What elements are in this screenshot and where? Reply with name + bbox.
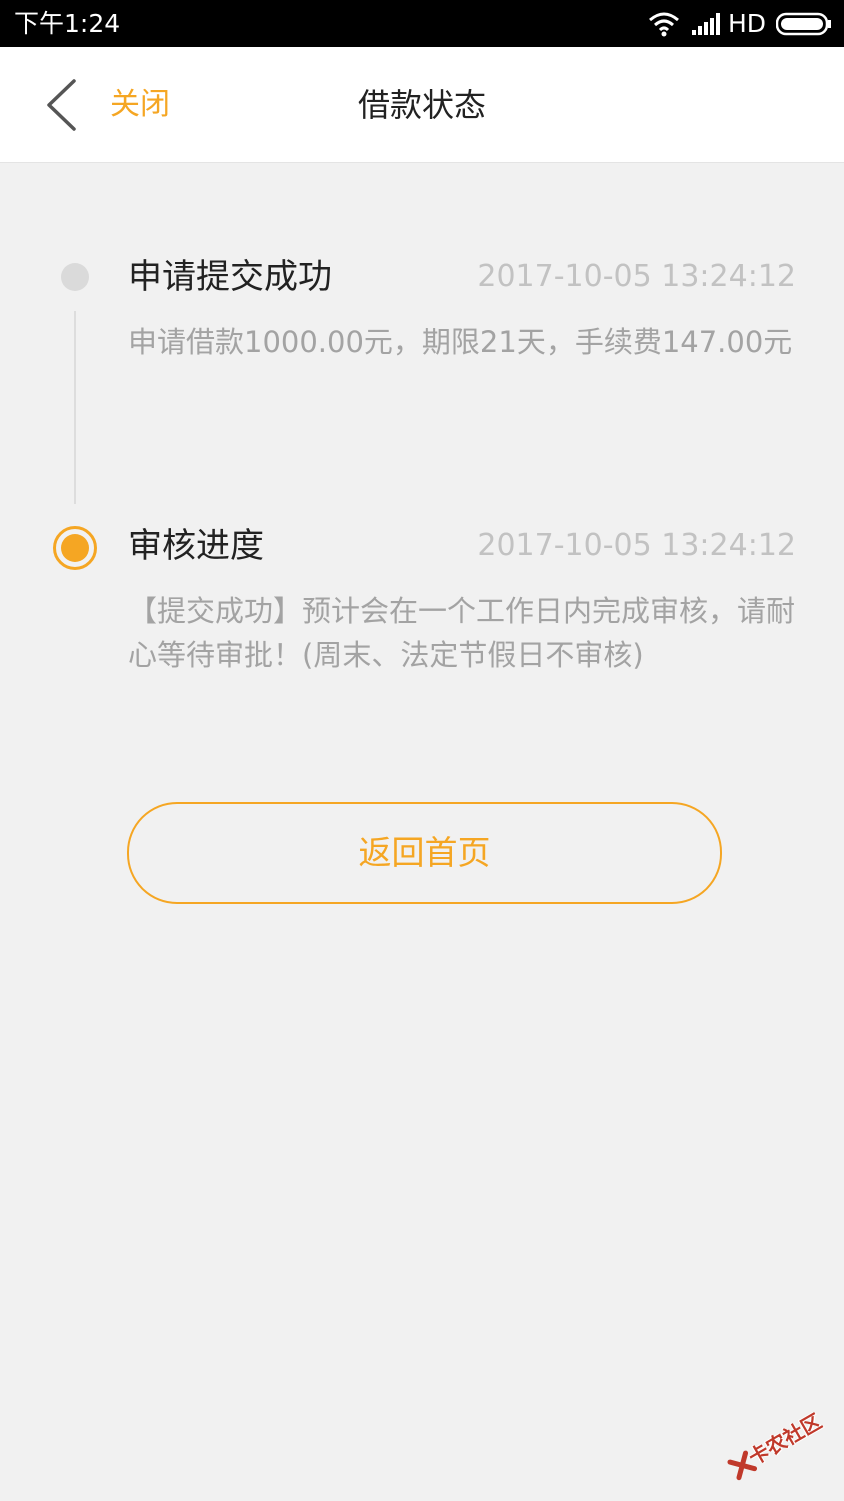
close-label: 关闭 xyxy=(110,87,170,122)
step-active-dot-icon xyxy=(53,526,97,570)
step-1-title: 申请提交成功 xyxy=(128,257,332,297)
return-home-button[interactable]: 返回首页 xyxy=(127,802,722,904)
step-1-description: 申请借款1000.00元，期限21天，手续费147.00元 xyxy=(128,325,793,359)
close-button[interactable]: 关闭 xyxy=(30,69,200,141)
status-bar: 下午1:24 HD xyxy=(0,0,844,47)
step-2-time: 2017-10-05 13:24:12 xyxy=(477,528,796,563)
step-2-title: 审核进度 xyxy=(128,526,264,566)
status-icons: HD xyxy=(648,8,832,40)
watermark-text: 卡农社区 xyxy=(744,1409,826,1470)
step-active-dot-inner xyxy=(61,534,89,562)
battery-icon xyxy=(776,12,831,36)
timeline-connector xyxy=(74,311,76,504)
step-2-description: 【提交成功】预计会在一个工作日内完成审核，请耐心等待审批！(周末、法定节假日不审… xyxy=(128,594,796,672)
navigation-bar: 关闭 借款状态 xyxy=(0,47,844,163)
step-1-time: 2017-10-05 13:24:12 xyxy=(477,259,796,294)
step-completed-dot-icon xyxy=(61,263,89,291)
chevron-left-icon xyxy=(47,79,76,131)
wifi-icon xyxy=(648,12,679,37)
signal-icon xyxy=(691,13,720,35)
watermark: 卡农社区 xyxy=(714,1385,844,1501)
status-time: 下午1:24 xyxy=(14,9,121,38)
network-type: HD xyxy=(727,9,766,38)
